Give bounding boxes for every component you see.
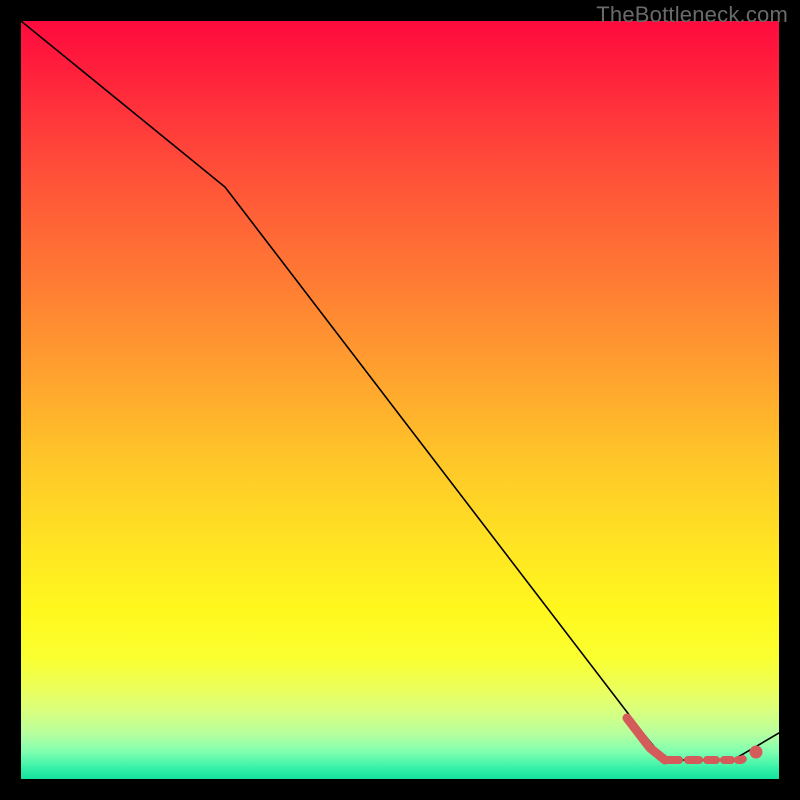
watermark-text: TheBottleneck.com — [596, 2, 788, 28]
series-terminal-point — [750, 746, 763, 759]
bottleneck-curve-line — [21, 21, 779, 760]
chart-container: TheBottleneck.com — [0, 0, 800, 800]
plot-area — [21, 21, 779, 779]
optimal-zone-solid-segment — [627, 718, 665, 760]
optimal-zone-dashed-segment — [665, 752, 756, 760]
chart-lines-layer — [21, 21, 779, 779]
